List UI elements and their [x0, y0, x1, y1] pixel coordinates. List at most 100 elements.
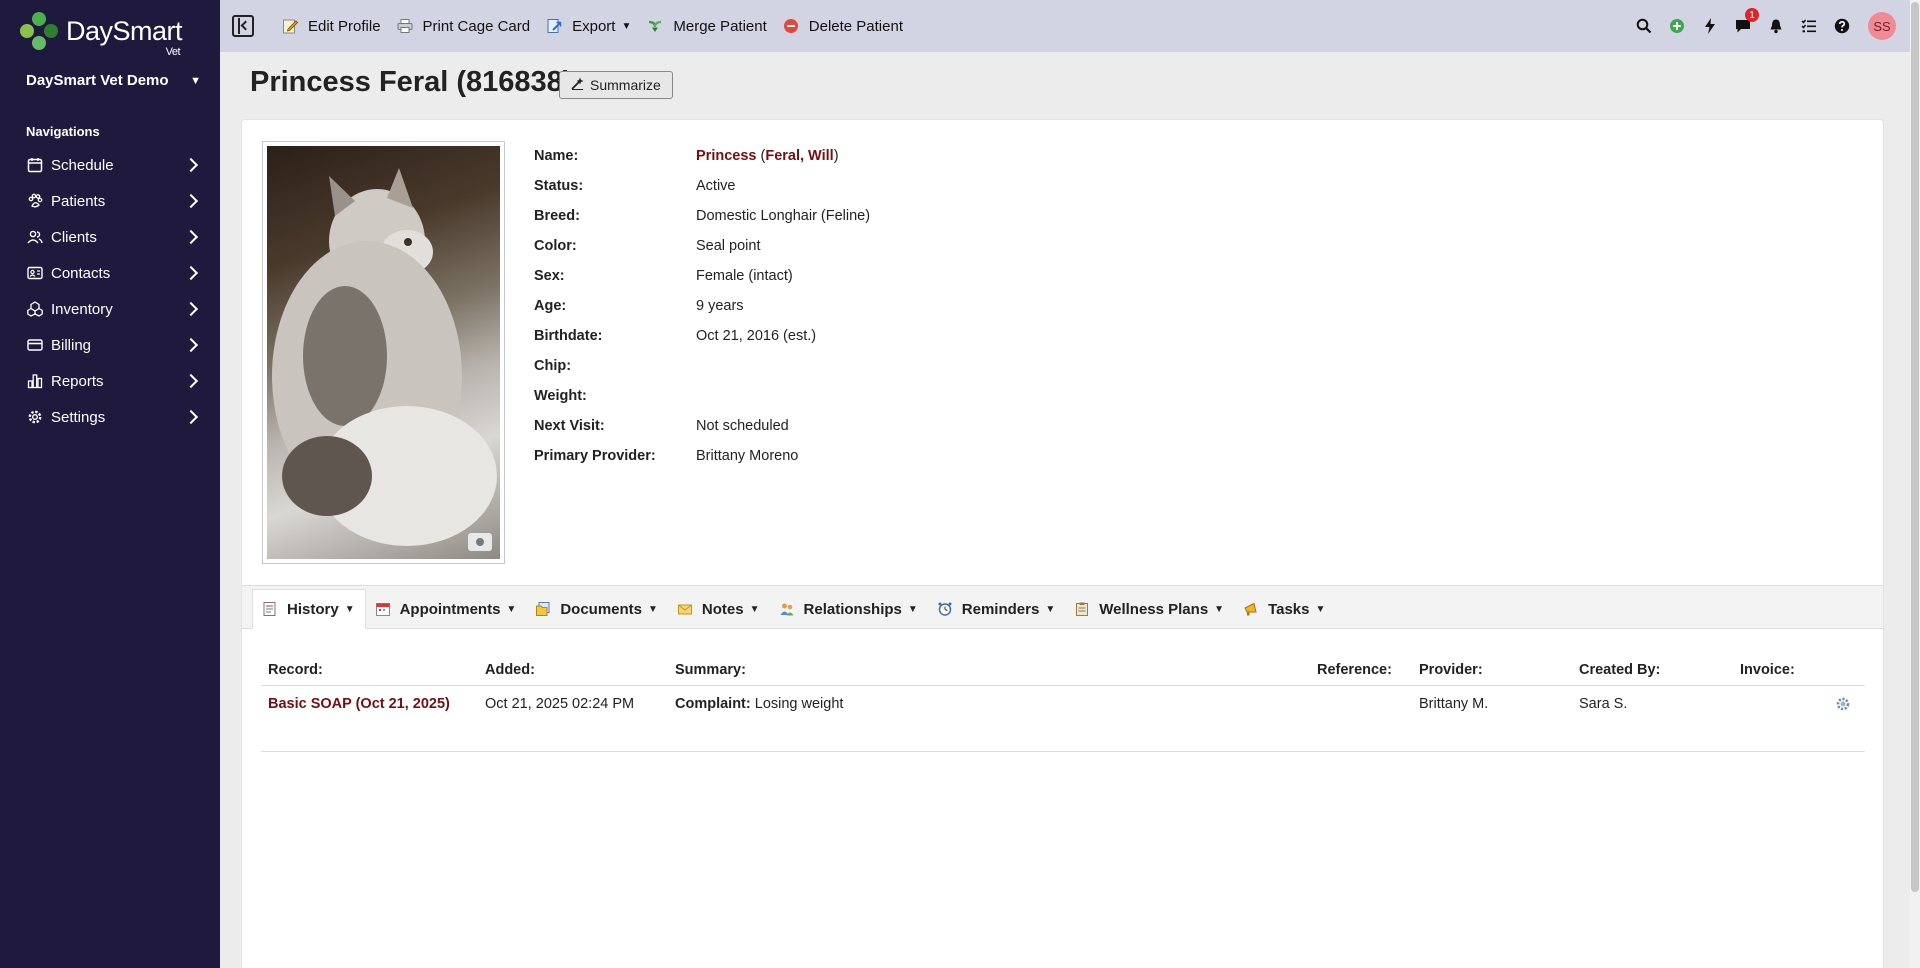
sex-label: Sex:	[534, 268, 565, 284]
info-row-age: Age: 9 years	[534, 291, 870, 321]
search-icon[interactable]	[1634, 16, 1654, 36]
credit-card-icon	[26, 337, 43, 354]
users-icon	[26, 229, 43, 246]
caret-down-icon: ▼	[506, 603, 517, 615]
merge-patient-label: Merge Patient	[673, 17, 767, 35]
tab-label: Tasks	[1268, 600, 1310, 618]
header-reference: Reference:	[1317, 661, 1392, 678]
summary-label: Complaint:	[675, 696, 751, 712]
sidebar: DaySmart Vet DaySmart Vet Demo ▼ Navigat…	[0, 0, 220, 968]
tab-appointments[interactable]: Appointments ▼	[366, 590, 527, 628]
tab-tasks[interactable]: Tasks ▼	[1234, 590, 1335, 628]
merge-patient-button[interactable]: Merge Patient	[647, 17, 767, 35]
breed-label: Breed:	[534, 208, 580, 224]
bar-chart-icon	[26, 373, 43, 390]
sidebar-item-label: Patients	[51, 192, 106, 210]
add-circle-icon[interactable]	[1667, 16, 1687, 36]
sidebar-item-reports[interactable]: Reports	[0, 363, 220, 399]
caret-down-icon: ▼	[1214, 603, 1225, 615]
printer-icon	[397, 18, 413, 34]
export-label: Export	[572, 17, 616, 35]
info-row-next-visit: Next Visit: Not scheduled	[534, 411, 870, 441]
camera-icon[interactable]	[468, 533, 492, 551]
sidebar-item-label: Reports	[51, 372, 104, 390]
sidebar-item-billing[interactable]: Billing	[0, 327, 220, 363]
edit-profile-button[interactable]: Edit Profile	[282, 18, 381, 35]
header-summary: Summary:	[675, 661, 746, 678]
status-value: Active	[696, 178, 736, 194]
age-label: Age:	[534, 298, 567, 314]
sidebar-item-label: Clients	[51, 228, 97, 246]
sidebar-item-settings[interactable]: Settings	[0, 399, 220, 435]
page-title: Princess Feral (816838)	[250, 66, 573, 98]
tab-reminders[interactable]: Reminders ▼	[928, 590, 1065, 628]
history-table: Record: Added: Summary: Reference: Provi…	[261, 654, 1865, 752]
sidebar-item-inventory[interactable]: Inventory	[0, 291, 220, 327]
tab-label: Notes	[701, 600, 744, 618]
brand-name-text: DaySmart	[66, 15, 183, 46]
birthdate-value: Oct 21, 2016 (est.)	[696, 328, 817, 344]
sidebar-item-clients[interactable]: Clients	[0, 219, 220, 255]
task-list-icon[interactable]	[1799, 16, 1819, 36]
export-document-icon	[546, 18, 562, 34]
edit-profile-label: Edit Profile	[308, 17, 381, 35]
created-by-cell: Sara S.	[1579, 696, 1628, 712]
row-gear-icon[interactable]	[1835, 696, 1851, 712]
lightning-bolt-icon[interactable]	[1700, 16, 1720, 36]
patient-name-link[interactable]: Princess	[696, 148, 756, 164]
tab-notes[interactable]: Notes ▼	[668, 590, 770, 628]
table-row: Basic SOAP (Oct 21, 2025) Oct 21, 2025 0…	[261, 686, 1865, 752]
tab-label: Relationships	[803, 600, 902, 618]
patient-photo[interactable]	[267, 146, 500, 559]
chat-icon[interactable]: 1	[1733, 8, 1759, 36]
added-cell: Oct 21, 2025 02:24 PM	[485, 696, 635, 712]
info-row-weight: Weight:	[534, 381, 870, 411]
provider-cell: Brittany M.	[1419, 696, 1489, 712]
header-created-by: Created By:	[1579, 661, 1661, 678]
tab-wellness-plans[interactable]: Wellness Plans ▼	[1065, 590, 1234, 628]
gear-icon	[26, 409, 43, 426]
help-icon[interactable]	[1832, 16, 1852, 36]
record-link[interactable]: Basic SOAP (Oct 21, 2025)	[268, 696, 450, 712]
owner-link[interactable]: Feral, Will	[765, 148, 833, 164]
org-selector[interactable]: DaySmart Vet Demo ▼	[26, 72, 201, 89]
paw-icon	[26, 193, 43, 210]
brand-sub: Vet	[165, 45, 181, 58]
delete-patient-button[interactable]: Delete Patient	[783, 18, 903, 35]
sidebar-item-label: Billing	[51, 336, 92, 354]
sidebar-item-label: Inventory	[51, 300, 113, 318]
tab-documents[interactable]: Documents ▼	[526, 590, 668, 628]
summarize-button[interactable]: Summarize	[559, 71, 673, 99]
info-row-chip: Chip:	[534, 351, 870, 381]
caret-down-icon: ▼	[1315, 603, 1326, 615]
nav-heading: Navigations	[26, 124, 100, 139]
note-icon	[677, 602, 692, 616]
sidebar-item-schedule[interactable]: Schedule	[0, 147, 220, 183]
sidebar-item-contacts[interactable]: Contacts	[0, 255, 220, 291]
daysmart-logo-icon	[20, 12, 58, 50]
export-dropdown[interactable]: Export ▼	[546, 18, 631, 35]
tab-label: History	[287, 600, 339, 618]
patient-photo-frame	[262, 141, 505, 564]
scrollbar-thumb[interactable]	[1911, 2, 1919, 892]
reference-cell	[1317, 696, 1419, 751]
header-added: Added:	[485, 661, 535, 678]
chevron-right-icon	[183, 301, 199, 317]
caret-down-icon: ▼	[648, 603, 658, 615]
print-cage-card-button[interactable]: Print Cage Card	[397, 18, 530, 35]
sidebar-item-patients[interactable]: Patients	[0, 183, 220, 219]
magic-wand-icon	[571, 77, 584, 93]
page-scrollbar[interactable]	[1910, 0, 1920, 968]
chevron-right-icon	[183, 409, 199, 425]
status-label: Status:	[534, 178, 584, 194]
collapse-sidebar-icon[interactable]	[232, 15, 254, 37]
tab-history[interactable]: History ▼	[252, 589, 366, 629]
name-label: Name:	[534, 148, 579, 164]
user-avatar[interactable]: SS	[1868, 12, 1896, 40]
tab-relationships[interactable]: Relationships ▼	[770, 590, 928, 628]
daysmart-logo[interactable]: DaySmart Vet	[20, 10, 183, 57]
contact-card-icon	[26, 265, 43, 282]
tab-label: Appointments	[399, 600, 501, 618]
alarm-clock-icon	[938, 602, 952, 616]
bell-icon[interactable]	[1766, 16, 1786, 36]
